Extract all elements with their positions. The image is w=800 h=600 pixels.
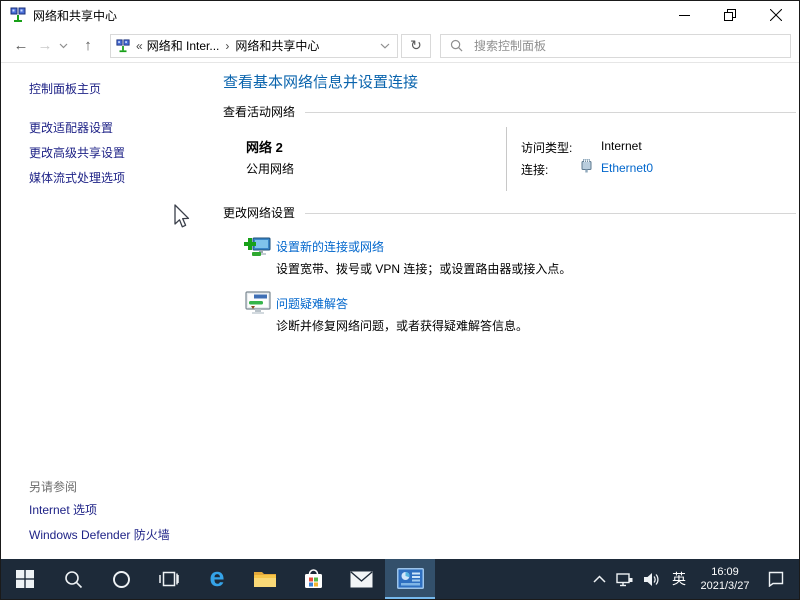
access-type-value: Internet	[601, 139, 642, 153]
see-also-heading: 另请参阅	[29, 478, 77, 495]
up-button[interactable]: ↑	[76, 34, 100, 58]
title-bar: 网络和共享中心	[1, 1, 799, 29]
mail-button[interactable]	[337, 559, 385, 599]
cortana-button[interactable]	[97, 559, 145, 599]
network-name: 网络 2	[246, 137, 283, 156]
edge-button[interactable]: e	[193, 559, 241, 599]
sidebar-item-control-panel-home[interactable]: 控制面板主页	[29, 80, 101, 97]
tray-show-hidden-icons-chevron[interactable]	[587, 559, 611, 599]
section-rule	[305, 112, 796, 113]
window-controls	[661, 1, 799, 29]
tray-date: 2021/3/27	[701, 579, 750, 593]
window-title: 网络和共享中心	[33, 7, 117, 24]
edge-icon: e	[209, 564, 224, 591]
ethernet0-link[interactable]: Ethernet0	[601, 161, 653, 175]
recent-pages-chevron-icon[interactable]	[59, 43, 68, 49]
breadcrumb-network-icon	[116, 39, 130, 53]
setup-new-connection-desc: 设置宽带、拨号或 VPN 连接；或设置路由器或接入点。	[276, 260, 571, 277]
tray-time: 16:09	[701, 565, 750, 579]
file-explorer-button[interactable]	[241, 559, 289, 599]
network-sharing-center-icon	[10, 7, 26, 23]
screen: 网络和共享中心 ← → ↑	[0, 0, 800, 600]
section-change-settings: 更改网络设置	[223, 204, 796, 221]
task-view-button[interactable]	[145, 559, 193, 599]
window-body: 控制面板主页 更改适配器设置 更改高级共享设置 媒体流式处理选项 另请参阅 In…	[1, 63, 799, 559]
taskbar-search-button[interactable]	[49, 559, 97, 599]
breadcrumb-overflow[interactable]: «	[136, 39, 143, 53]
store-button[interactable]	[289, 559, 337, 599]
breadcrumb-separator-icon: ›	[225, 39, 229, 53]
sidebar-item-internet-options[interactable]: Internet 选项	[29, 501, 97, 518]
back-button[interactable]: ←	[9, 34, 33, 58]
tray-network-icon[interactable]	[611, 559, 638, 599]
page-title: 查看基本网络信息并设置连接	[223, 71, 418, 92]
section-settings-label: 更改网络设置	[223, 204, 295, 221]
breadcrumb[interactable]: « 网络和 Inter... › 网络和共享中心	[110, 34, 398, 58]
connection-label: 连接:	[521, 161, 548, 178]
system-tray: 英 16:09 2021/3/27	[587, 559, 793, 599]
search-icon	[450, 39, 463, 52]
breadcrumb-item-current[interactable]: 网络和共享中心	[235, 37, 319, 54]
search-box[interactable]	[440, 34, 791, 58]
access-type-label: 访问类型:	[521, 139, 572, 156]
control-panel-taskbar-button[interactable]	[385, 559, 435, 599]
breadcrumb-dropdown-chevron-icon[interactable]	[380, 43, 392, 49]
restore-button[interactable]	[707, 1, 753, 29]
sidebar-item-change-adapter-settings[interactable]: 更改适配器设置	[29, 119, 113, 136]
tray-volume-icon[interactable]	[638, 559, 665, 599]
tray-ime-indicator[interactable]: 英	[665, 559, 693, 599]
navigation-toolbar: ← → ↑ « 网络和 Inter... › 网络和共享中心	[1, 29, 799, 63]
action-center-button[interactable]	[757, 559, 793, 599]
sidebar-item-windows-defender-firewall[interactable]: Windows Defender 防火墙	[29, 526, 170, 543]
tray-clock[interactable]: 16:09 2021/3/27	[693, 559, 757, 599]
refresh-button[interactable]: ↻	[401, 34, 431, 58]
sidebar: 控制面板主页 更改适配器设置 更改高级共享设置 媒体流式处理选项 另请参阅 In…	[1, 63, 213, 559]
forward-button[interactable]: →	[33, 34, 57, 58]
sidebar-item-advanced-sharing[interactable]: 更改高级共享设置	[29, 144, 125, 161]
section-active-label: 查看活动网络	[223, 103, 295, 120]
new-connection-icon	[244, 233, 272, 264]
network-divider	[506, 127, 507, 191]
taskbar: e	[1, 559, 799, 599]
network-category: 公用网络	[246, 160, 294, 177]
close-button[interactable]	[753, 1, 799, 29]
troubleshoot-problems-desc: 诊断并修复网络问题，或者获得疑难解答信息。	[276, 317, 528, 334]
breadcrumb-item-network-internet[interactable]: 网络和 Inter...	[147, 37, 220, 54]
section-rule	[305, 213, 796, 214]
setup-new-connection-link[interactable]: 设置新的连接或网络	[276, 238, 384, 255]
search-input[interactable]	[472, 38, 781, 54]
ethernet-plug-icon	[580, 158, 593, 176]
section-active-networks: 查看活动网络	[223, 103, 796, 120]
troubleshoot-icon	[244, 290, 272, 319]
sidebar-item-media-streaming[interactable]: 媒体流式处理选项	[29, 169, 125, 186]
troubleshoot-problems-link[interactable]: 问题疑难解答	[276, 295, 348, 312]
start-button[interactable]	[1, 559, 49, 599]
minimize-button[interactable]	[661, 1, 707, 29]
